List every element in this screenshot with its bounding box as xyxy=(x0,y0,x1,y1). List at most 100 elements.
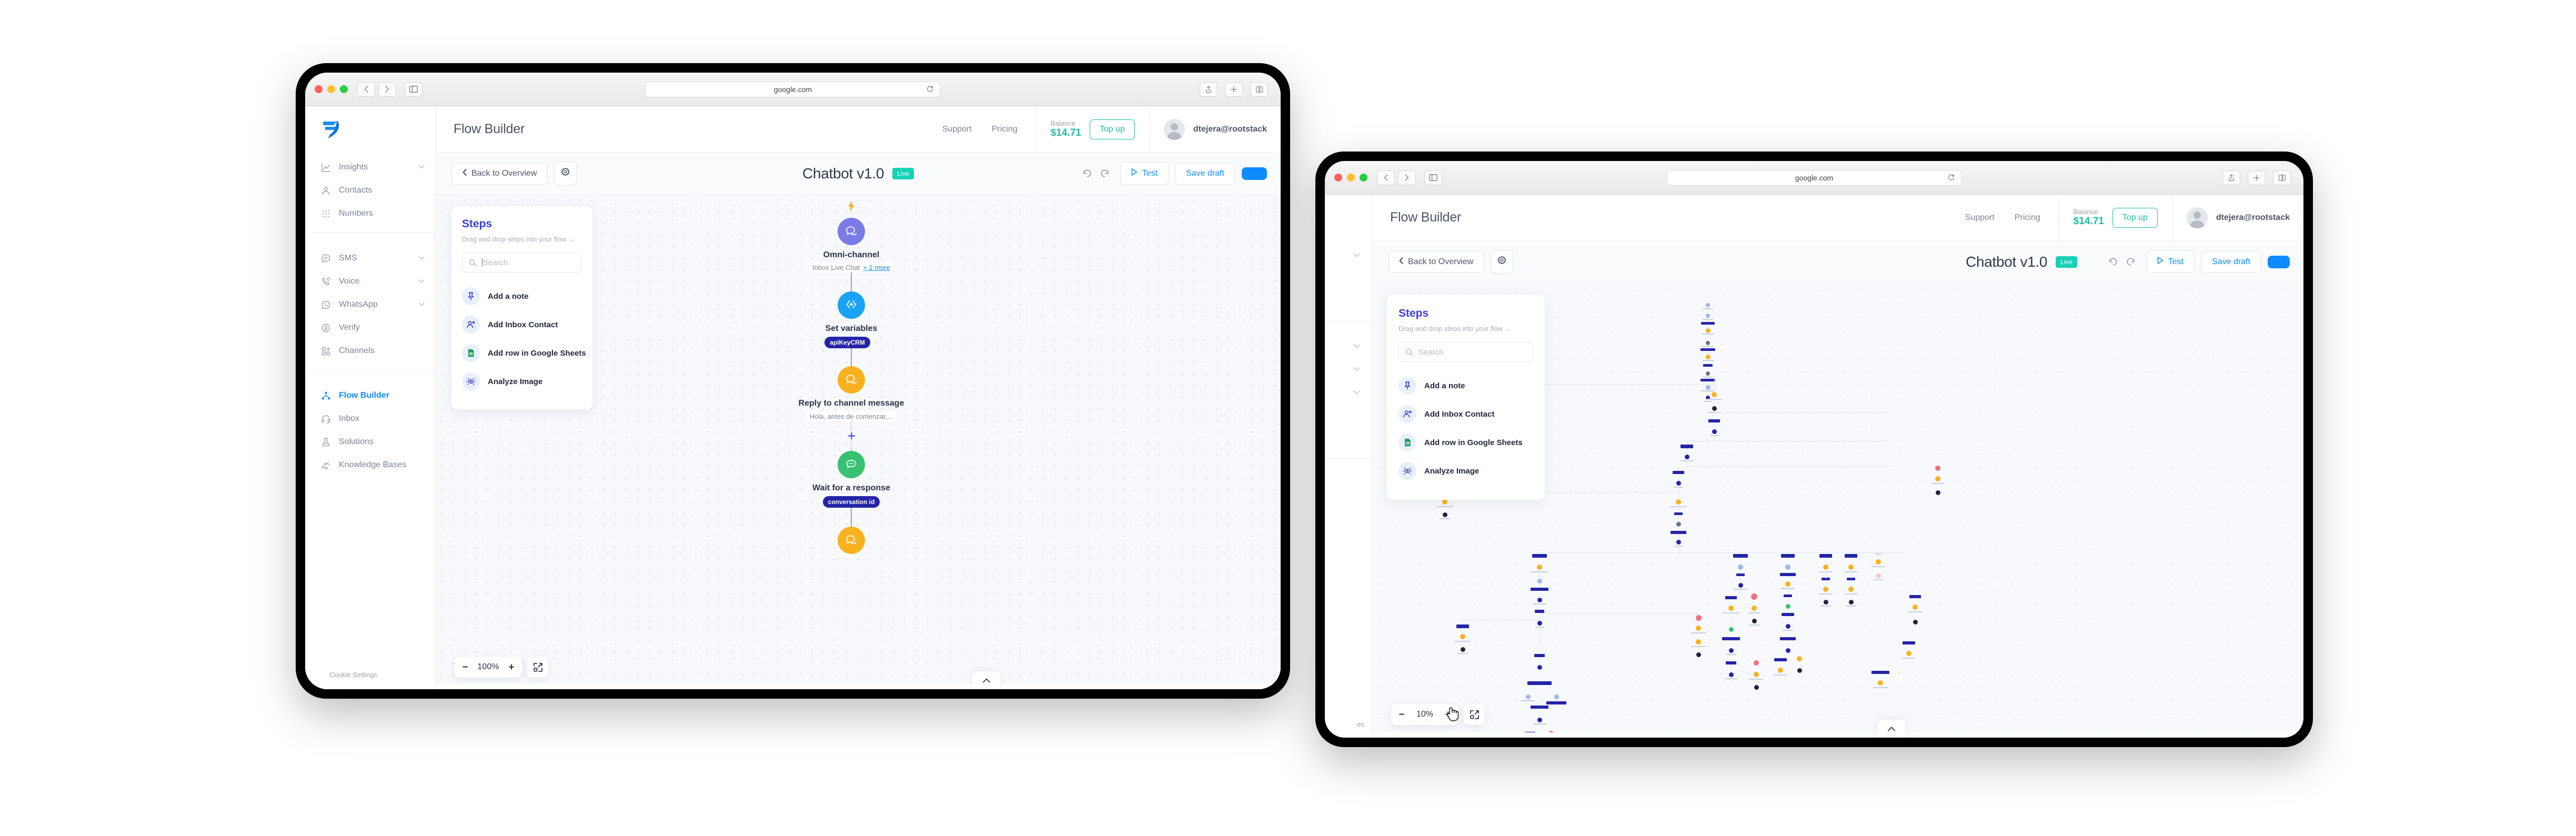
minimap-node[interactable] xyxy=(1695,615,1702,621)
publish-button[interactable] xyxy=(2268,255,2290,268)
minimap-node[interactable] xyxy=(1752,618,1757,623)
minimap-node[interactable] xyxy=(1728,672,1734,677)
sidebar-item-solutions[interactable] xyxy=(1325,519,1372,542)
fit-to-screen-icon[interactable] xyxy=(527,657,548,678)
sidebar-item-sms[interactable]: SMS xyxy=(305,247,435,270)
reload-icon[interactable] xyxy=(1948,174,1955,182)
sidebar-toggle-icon[interactable] xyxy=(1424,170,1442,185)
zoom-in-button[interactable]: + xyxy=(1441,707,1455,722)
minimap-node[interactable] xyxy=(1442,512,1447,517)
minimap-node[interactable] xyxy=(1696,639,1701,644)
tab-overview-icon[interactable] xyxy=(2273,170,2291,185)
step-item-add-row-in-google-sheets[interactable]: Add row in Google Sheets xyxy=(1398,428,1533,457)
minimap-node[interactable] xyxy=(1696,652,1701,657)
sidebar-item-sms[interactable] xyxy=(1325,335,1372,358)
minimap-node[interactable] xyxy=(1785,565,1790,570)
minimap-node[interactable] xyxy=(1876,559,1881,565)
sidebar-item-verify[interactable] xyxy=(1325,405,1372,428)
minimap-node[interactable] xyxy=(1876,573,1881,578)
undo-icon[interactable] xyxy=(1082,168,1092,178)
collapse-panel-toggle[interactable] xyxy=(1877,720,1906,738)
minimap-node[interactable] xyxy=(1537,565,1542,570)
minimap-node[interactable] xyxy=(1754,660,1759,666)
search-input[interactable]: Search xyxy=(462,253,582,273)
search-input[interactable]: Search xyxy=(1398,342,1533,362)
minimap-node[interactable] xyxy=(1878,680,1883,686)
flow-node-next[interactable] xyxy=(838,526,865,554)
minimap-node[interactable] xyxy=(1785,623,1790,629)
sidebar-item-voice[interactable]: Voice xyxy=(305,270,435,293)
minimap-node[interactable] xyxy=(1537,597,1542,602)
flow-node-omni-channel[interactable]: Omni-channel Inbox Live Chat + 2 more xyxy=(809,218,893,273)
address-bar[interactable]: google.com xyxy=(646,81,940,97)
minimap-node[interactable] xyxy=(1696,626,1701,631)
minimap-node[interactable] xyxy=(1752,606,1757,611)
minimap-node[interactable] xyxy=(1460,634,1465,639)
minimap-node[interactable] xyxy=(1706,371,1710,376)
close-window-button[interactable] xyxy=(1334,174,1342,182)
maximize-window-button[interactable] xyxy=(340,85,348,93)
sidebar-item-voice[interactable] xyxy=(1325,358,1372,381)
minimap-node[interactable] xyxy=(1706,314,1710,318)
minimap-node[interactable] xyxy=(1728,627,1734,632)
minimap-node[interactable] xyxy=(1705,328,1710,333)
minimap-node[interactable] xyxy=(1785,603,1790,609)
redo-icon[interactable] xyxy=(2126,257,2136,267)
account-region[interactable]: dtejera@rootstack xyxy=(1150,106,1281,152)
minimap-node[interactable] xyxy=(1712,406,1717,411)
step-item-analyze-image[interactable]: Analyze Image xyxy=(1398,457,1533,485)
pricing-link[interactable]: Pricing xyxy=(2015,213,2040,223)
more-channels-link[interactable]: + 2 more xyxy=(863,264,890,271)
step-item-add-row-in-google-sheets[interactable]: Add row in Google Sheets xyxy=(462,339,586,367)
fit-to-screen-icon[interactable] xyxy=(1464,704,1485,725)
sidebar-item-numbers[interactable]: Numbers xyxy=(305,202,435,225)
minimap-node[interactable] xyxy=(1785,648,1790,653)
save-draft-button[interactable]: Save draft xyxy=(2201,250,2261,273)
sidebar-item-knowledge-bases[interactable] xyxy=(1325,542,1372,565)
flow-node-set-variables[interactable]: Set variables apiKeyCRM ... xyxy=(824,291,878,349)
redo-icon[interactable] xyxy=(1100,168,1110,178)
sidebar-item-channels[interactable] xyxy=(1325,428,1372,451)
address-bar[interactable]: google.com xyxy=(1667,169,1961,186)
forward-button[interactable] xyxy=(1398,170,1416,185)
sidebar-item-verify[interactable]: Verify xyxy=(305,316,435,339)
minimap-node[interactable] xyxy=(1728,648,1734,653)
minimap-node[interactable] xyxy=(1848,565,1854,570)
flow-canvas[interactable]: Steps Drag and drop steps into your flow… xyxy=(436,195,1281,689)
save-draft-button[interactable]: Save draft xyxy=(1175,162,1235,185)
new-tab-icon[interactable] xyxy=(2248,170,2266,185)
reload-icon[interactable] xyxy=(927,85,933,93)
minimap-node[interactable] xyxy=(1442,499,1447,505)
forward-button[interactable] xyxy=(378,82,396,97)
minimap-node[interactable] xyxy=(1705,354,1710,359)
sidebar-item-contacts[interactable]: Contacts xyxy=(305,179,435,202)
minimap-node[interactable] xyxy=(1754,684,1759,690)
share-icon[interactable] xyxy=(2222,170,2240,185)
sidebar-item-insights[interactable] xyxy=(1325,244,1372,267)
minimap-node[interactable] xyxy=(1823,565,1828,570)
support-link[interactable]: Support xyxy=(942,125,972,134)
add-step-button[interactable] xyxy=(846,431,857,441)
step-item-analyze-image[interactable]: Analyze Image xyxy=(462,367,582,396)
minimap-node[interactable] xyxy=(1935,476,1940,481)
sidebar-item-knowledge-bases[interactable]: Knowledge Bases xyxy=(305,454,435,477)
zoom-in-button[interactable]: + xyxy=(504,660,519,674)
minimap-node[interactable] xyxy=(1848,587,1854,592)
sidebar-item-flow-builder[interactable]: Flow Builder xyxy=(305,384,435,407)
minimize-window-button[interactable] xyxy=(1347,174,1355,182)
sidebar-item-numbers[interactable] xyxy=(1325,290,1372,314)
minimap-node[interactable] xyxy=(1778,668,1783,673)
publish-button[interactable] xyxy=(1242,167,1267,180)
back-button[interactable] xyxy=(357,82,375,97)
minimap-node[interactable] xyxy=(1554,694,1559,699)
minimap-node[interactable] xyxy=(1684,454,1689,459)
step-item-add-a-note[interactable]: Add a note xyxy=(1398,371,1533,400)
sidebar-toggle-icon[interactable] xyxy=(405,82,422,97)
step-item-add-inbox-contact[interactable]: Add Inbox Contact xyxy=(462,310,582,339)
minimap-node[interactable] xyxy=(1706,341,1710,345)
sidebar-item-solutions[interactable]: Solutions xyxy=(305,430,435,454)
flow-node-wait-for-a-response[interactable]: Wait for a response conversation id xyxy=(812,450,890,508)
minimap-node[interactable] xyxy=(1537,717,1542,722)
minimap-node[interactable] xyxy=(1738,565,1743,570)
sidebar-item-whatsapp[interactable]: WhatsApp xyxy=(305,293,435,316)
